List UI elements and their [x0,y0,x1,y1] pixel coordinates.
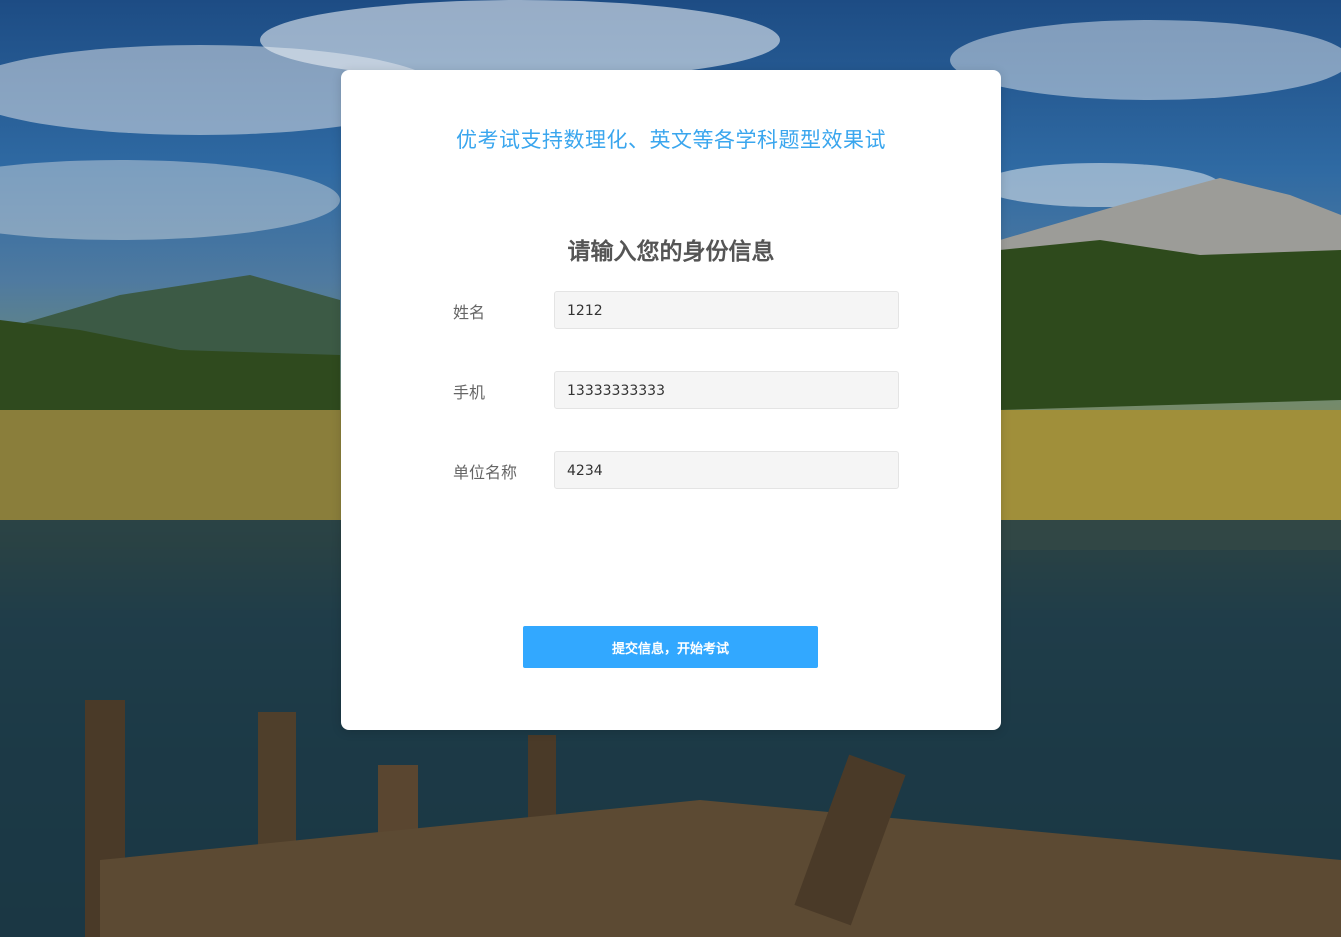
name-input[interactable]: 1212 [554,291,899,329]
phone-field-row: 手机 13333333333 [453,371,901,411]
organization-field-row: 单位名称 4234 [453,451,901,491]
organization-label: 单位名称 [453,463,518,482]
page-subtitle: 优考试支持数理化、英文等各学科题型效果试 [456,128,886,152]
submit-start-exam-button[interactable]: 提交信息，开始考试 [523,626,818,668]
identity-form-card: 优考试支持数理化、英文等各学科题型效果试 请输入您的身份信息 姓名 1212 手… [341,70,1001,730]
phone-input[interactable]: 13333333333 [554,371,899,409]
name-field-row: 姓名 1212 [453,291,901,331]
organization-input[interactable]: 4234 [554,451,899,489]
form-heading: 请输入您的身份信息 [567,239,775,265]
phone-label: 手机 [453,383,486,402]
name-label: 姓名 [453,303,486,322]
